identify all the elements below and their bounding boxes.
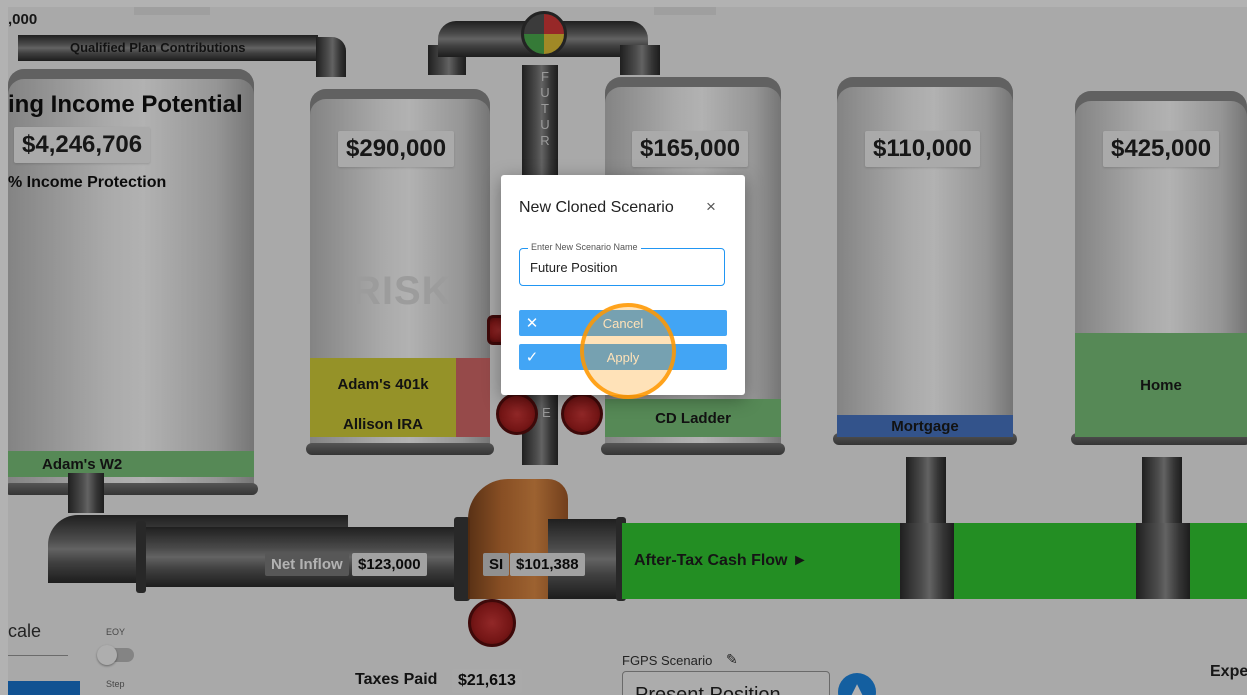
scenario-name-field: Enter New Scenario Name bbox=[519, 242, 725, 286]
close-icon[interactable]: × bbox=[706, 197, 716, 217]
click-highlight bbox=[580, 303, 676, 399]
check-icon: ✓ bbox=[525, 349, 539, 366]
close-x-icon: ✕ bbox=[525, 315, 539, 332]
scenario-name-input[interactable] bbox=[520, 249, 724, 285]
dialog-title: New Cloned Scenario bbox=[519, 199, 674, 216]
